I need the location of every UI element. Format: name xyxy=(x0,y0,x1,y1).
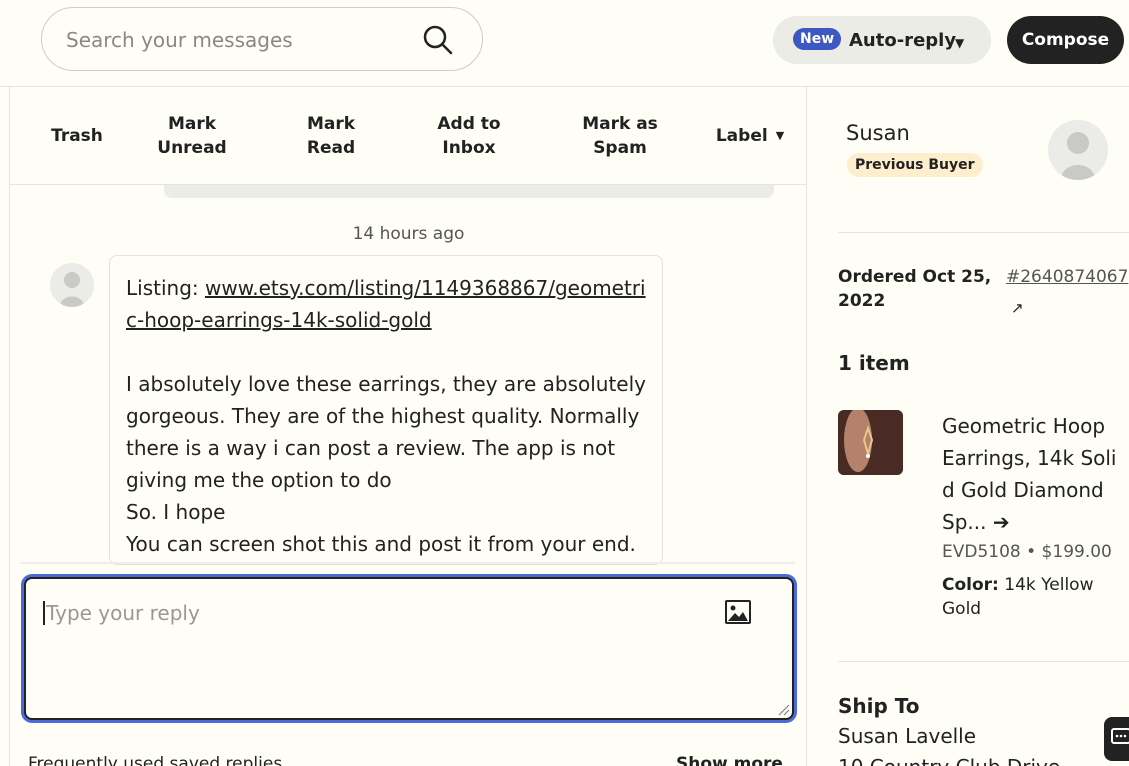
message-body: I absolutely love these earrings, they a… xyxy=(126,372,646,556)
text-cursor xyxy=(43,601,45,625)
compose-button[interactable]: Compose xyxy=(1007,16,1124,64)
divider xyxy=(838,661,1129,662)
trash-label: Trash xyxy=(51,126,103,146)
product-thumbnail[interactable] xyxy=(838,410,903,475)
person-silhouette-icon xyxy=(1061,132,1095,180)
listing-prefix: Listing: xyxy=(126,276,205,300)
image-upload-icon[interactable] xyxy=(724,598,752,626)
mark-unread-label: Mark Unread xyxy=(157,114,227,158)
reply-placeholder: Type your reply xyxy=(46,601,200,625)
message-timestamp: 14 hours ago xyxy=(352,224,465,244)
trash-button[interactable]: Trash xyxy=(34,87,120,185)
message-toolbar: Trash Mark Unread Mark Read Add to Inbox… xyxy=(10,87,807,185)
ship-to-label: Ship To xyxy=(838,694,920,718)
previous-buyer-badge: Previous Buyer xyxy=(847,153,983,177)
ship-to-address: 10 Country Club Drive xyxy=(838,755,1060,766)
product-title-link[interactable]: Geometric Hoop Earrings, 14k Solid Gold … xyxy=(942,410,1122,538)
reply-textarea[interactable]: Type your reply xyxy=(24,577,794,720)
color-label: Color: xyxy=(942,575,999,595)
order-date: Ordered Oct 25, 2022 xyxy=(838,267,992,311)
ship-to-name: Susan Lavelle xyxy=(838,724,977,748)
saved-replies-label: Frequently used saved replies xyxy=(28,754,283,766)
caret-down-icon: ▼ xyxy=(775,129,785,142)
product-sku-price: EVD5108 • $199.00 xyxy=(942,542,1112,562)
auto-reply-label: Auto-reply xyxy=(849,30,957,51)
mark-as-spam-button[interactable]: Mark as Spam xyxy=(570,87,670,185)
search-input[interactable]: Search your messages xyxy=(66,28,293,52)
chat-icon xyxy=(1111,728,1129,744)
arrow-right-icon: ➔ xyxy=(992,510,1010,534)
conversation-pane: Trash Mark Unread Mark Read Add to Inbox… xyxy=(9,87,807,766)
mark-read-button[interactable]: Mark Read xyxy=(286,87,376,185)
product-title: Geometric Hoop Earrings, 14k Solid Gold … xyxy=(942,414,1117,534)
add-to-inbox-label: Add to Inbox xyxy=(437,114,501,158)
auto-reply-button[interactable]: New Auto-reply ▼ xyxy=(773,16,991,64)
buyer-name[interactable]: Susan xyxy=(846,121,910,145)
item-count: 1 item xyxy=(838,351,910,375)
search-bar[interactable]: Search your messages xyxy=(41,7,483,71)
product-color: Color: 14k Yellow Gold xyxy=(942,573,1112,621)
external-link-icon[interactable]: ↗ xyxy=(1011,299,1024,317)
new-badge: New xyxy=(793,28,842,50)
order-number-link[interactable]: #2640874067 xyxy=(1006,267,1128,287)
buyer-avatar[interactable] xyxy=(1048,120,1108,180)
search-icon[interactable] xyxy=(422,24,454,56)
divider xyxy=(838,232,1129,233)
previous-message-bubble xyxy=(164,185,774,198)
show-more-button[interactable]: Show more xyxy=(676,754,783,766)
scroll-fade xyxy=(20,562,795,564)
label-dropdown-label: Label xyxy=(715,126,768,146)
sender-avatar xyxy=(50,263,94,307)
person-silhouette-icon xyxy=(60,272,84,307)
message-bubble: Listing: www.etsy.com/listing/1149368867… xyxy=(109,255,663,565)
caret-down-icon: ▼ xyxy=(955,36,965,50)
top-bar: Search your messages New Auto-reply ▼ Co… xyxy=(0,0,1129,87)
mark-unread-button[interactable]: Mark Unread xyxy=(144,87,240,185)
label-dropdown[interactable]: Label ▼ xyxy=(710,87,790,185)
add-to-inbox-button[interactable]: Add to Inbox xyxy=(424,87,514,185)
mark-read-label: Mark Read xyxy=(306,114,356,158)
resize-handle-icon[interactable] xyxy=(776,702,790,716)
earring-image xyxy=(838,410,903,475)
mark-as-spam-label: Mark as Spam xyxy=(582,114,658,158)
help-chat-button[interactable] xyxy=(1104,717,1129,761)
order-details-pane: Susan Previous Buyer Ordered Oct 25, 202… xyxy=(807,87,1129,766)
